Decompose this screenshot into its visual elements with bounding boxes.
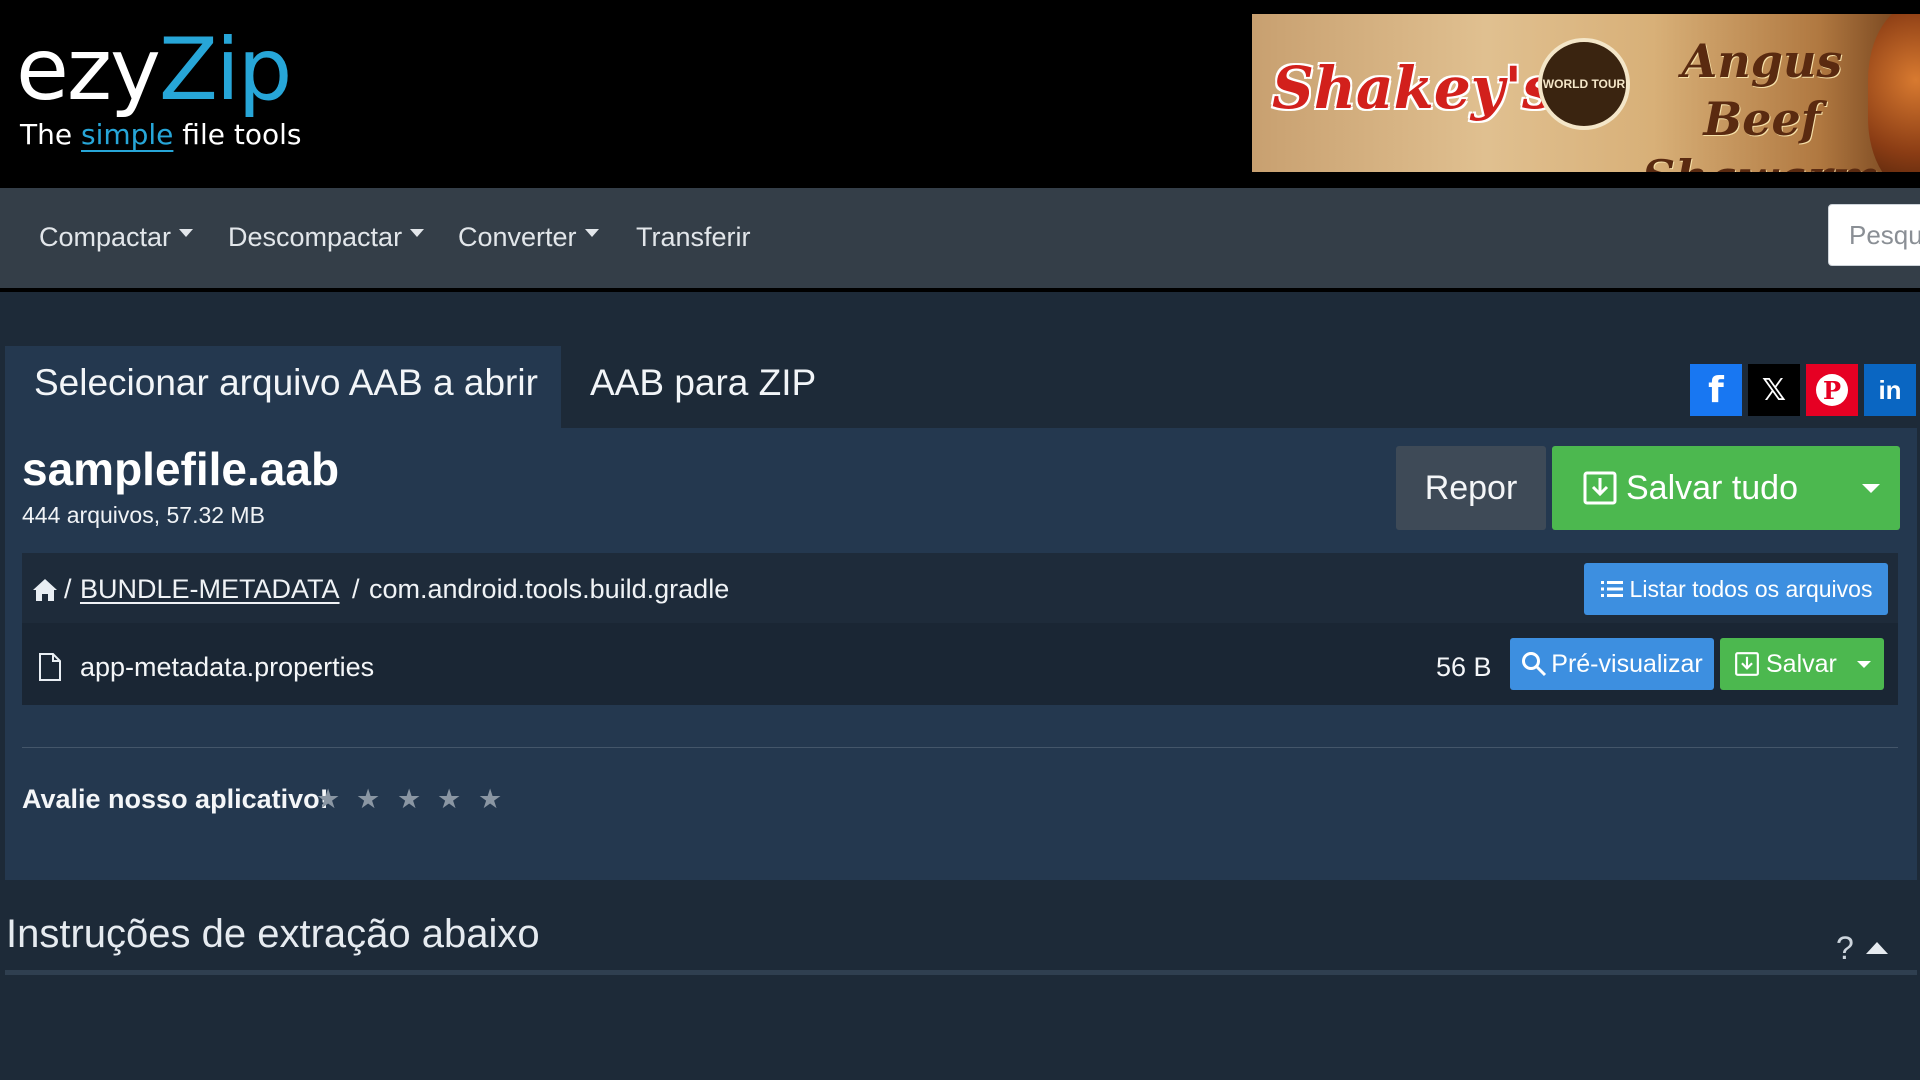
facebook-share-button[interactable]: f	[1690, 364, 1742, 416]
rating-star-1[interactable]: ★	[316, 784, 340, 815]
site-header: ezyZip The simple file tools Shakey's WO…	[0, 0, 1920, 188]
nav-transferir-label: Transferir	[636, 222, 751, 252]
logo-tagline: The simple file tools	[20, 118, 301, 151]
help-icon[interactable]: ?	[1836, 930, 1854, 967]
rating-star-2[interactable]: ★	[356, 784, 380, 815]
save-all-button-group: Salvar tudo	[1552, 446, 1900, 530]
instructions-title: Instruções de extração abaixo	[6, 912, 540, 956]
chevron-down-icon	[179, 228, 194, 237]
nav-converter-label: Converter	[458, 222, 577, 252]
ad-seal: WORLD TOUR	[1538, 38, 1630, 130]
nav-converter[interactable]: Converter	[458, 222, 599, 253]
pinterest-icon: P	[1816, 374, 1848, 406]
instructions-divider	[5, 970, 1917, 975]
file-name[interactable]: app-metadata.properties	[80, 652, 374, 683]
ad-food-image	[1868, 14, 1920, 172]
linkedin-share-button[interactable]: in	[1864, 364, 1916, 416]
facebook-icon: f	[1708, 369, 1724, 411]
rating-label: Avalie nosso aplicativo!	[22, 784, 329, 814]
rating-star-5[interactable]: ★	[478, 784, 502, 815]
list-icon	[1600, 581, 1623, 597]
breadcrumb-current: com.android.tools.build.gradle	[369, 574, 730, 604]
ezyzip-logo[interactable]: ezyZip The simple file tools	[16, 20, 316, 160]
tab-select-aab[interactable]: Selecionar arquivo AAB a abrir	[5, 346, 561, 428]
tagline-the: The	[20, 118, 81, 151]
x-icon: 𝕏	[1761, 373, 1787, 407]
save-dropdown-toggle[interactable]	[1844, 638, 1884, 690]
x-share-button[interactable]: 𝕏	[1748, 364, 1800, 416]
chevron-down-icon	[1857, 660, 1871, 668]
home-icon[interactable]	[32, 578, 58, 602]
tab-aab-to-zip[interactable]: AAB para ZIP	[590, 346, 816, 428]
reset-button[interactable]: Repor	[1396, 446, 1546, 530]
nav-descompactar-label: Descompactar	[228, 222, 403, 252]
logo-ezy: ezy	[16, 20, 161, 120]
logo-zip: Zip	[158, 20, 292, 120]
save-label: Salvar	[1766, 649, 1837, 678]
save-all-label: Salvar tudo	[1626, 468, 1798, 507]
save-button-group: Salvar	[1720, 638, 1884, 690]
linkedin-icon: in	[1878, 374, 1902, 405]
save-all-dropdown-toggle[interactable]	[1842, 446, 1900, 530]
main-nav: Compactar Descompactar Converter Transfe…	[0, 188, 1920, 292]
tagline-simple: simple	[80, 118, 174, 151]
breadcrumb-separator: /	[64, 574, 72, 604]
nav-descompactar[interactable]: Descompactar	[228, 222, 425, 253]
ad-brand: Shakey's	[1272, 54, 1555, 122]
ad-banner[interactable]: Shakey's WORLD TOUR Angus Beef Shawarma	[1252, 14, 1920, 172]
save-button[interactable]: Salvar	[1720, 638, 1844, 690]
breadcrumb-bundle-metadata[interactable]: BUNDLE-METADATA	[80, 574, 340, 605]
pinterest-share-button[interactable]: P	[1806, 364, 1858, 416]
archive-meta: 444 arquivos, 57.32 MB	[22, 502, 265, 528]
rating-star-3[interactable]: ★	[397, 784, 421, 815]
download-icon	[1583, 471, 1617, 505]
rating-star-4[interactable]: ★	[437, 784, 461, 815]
list-all-files-button[interactable]: Listar todos os arquivos	[1584, 563, 1888, 615]
logo-wordmark: ezyZip	[16, 20, 292, 120]
download-icon	[1735, 652, 1759, 676]
chevron-down-icon	[410, 228, 425, 237]
breadcrumb-separator: /	[352, 574, 360, 604]
ad-product: Angus Beef Shawarma	[1642, 34, 1911, 172]
nav-compactar-label: Compactar	[39, 222, 172, 252]
list-all-label: Listar todos os arquivos	[1629, 575, 1873, 602]
file-size: 56 B	[1436, 652, 1492, 682]
search-input[interactable]	[1828, 204, 1920, 266]
file-icon	[39, 653, 61, 681]
preview-button[interactable]: Pré-visualizar	[1510, 638, 1714, 690]
save-all-button[interactable]: Salvar tudo	[1552, 446, 1842, 530]
chevron-down-icon	[1862, 483, 1880, 493]
search-icon	[1522, 652, 1547, 677]
tagline-rest: file tools	[173, 118, 302, 151]
preview-label: Pré-visualizar	[1551, 649, 1703, 678]
nav-compactar[interactable]: Compactar	[39, 222, 194, 253]
chevron-down-icon	[584, 228, 599, 237]
chevron-up-icon[interactable]	[1866, 942, 1888, 954]
archive-filename: samplefile.aab	[22, 443, 340, 495]
nav-transferir[interactable]: Transferir	[636, 222, 751, 253]
divider	[22, 747, 1898, 748]
